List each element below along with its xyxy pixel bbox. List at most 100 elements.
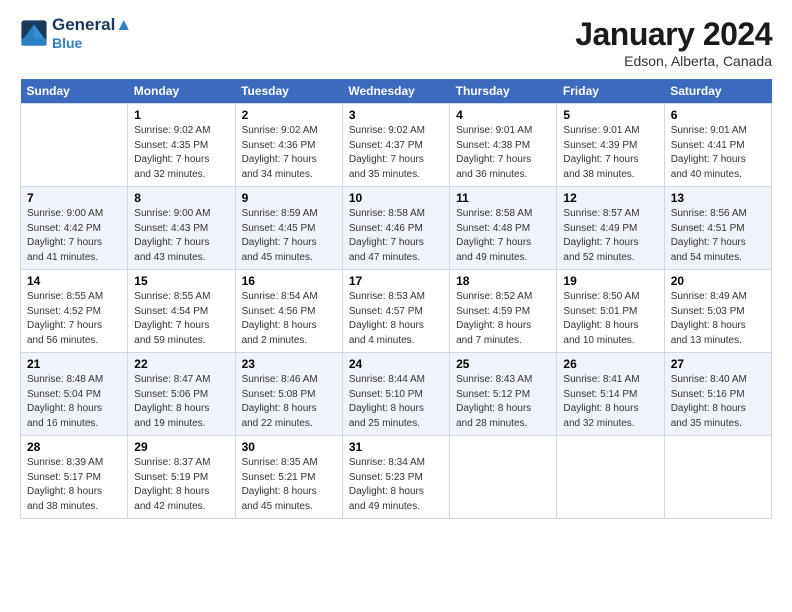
- col-header-monday: Monday: [128, 79, 235, 104]
- calendar-cell: 21 Sunrise: 8:48 AMSunset: 5:04 PMDayligh…: [21, 353, 128, 436]
- calendar-cell: 1Sunrise: 9:02 AMSunset: 4:35 PMDaylight…: [128, 104, 235, 187]
- col-header-tuesday: Tuesday: [235, 79, 342, 104]
- day-info: Sunrise: 8:37 AMSunset: 5:19 PMDaylight:…: [134, 456, 228, 514]
- day-info: Sunrise: 8:46 AMSunset: 5:08 PMDaylight:…: [242, 373, 336, 431]
- logo: General▲ Blue: [20, 16, 132, 51]
- calendar-cell: 20 Sunrise: 8:49 AMSunset: 5:03 PMDayligh…: [664, 270, 771, 353]
- calendar-page: General▲ Blue January 2024 Edson, Albert…: [0, 0, 792, 612]
- day-info: Sunrise: 8:48 AMSunset: 5:04 PMDaylight:…: [27, 373, 121, 431]
- day-number: 2: [242, 108, 336, 122]
- day-number: 16: [242, 274, 336, 288]
- day-info: Sunrise: 8:49 AMSunset: 5:03 PMDaylight:…: [671, 290, 765, 348]
- day-info: Sunrise: 8:50 AMSunset: 5:01 PMDaylight:…: [563, 290, 657, 348]
- calendar-cell: [21, 104, 128, 187]
- day-info: Sunrise: 8:53 AMSunset: 4:57 PMDaylight:…: [349, 290, 443, 348]
- calendar-cell: 17 Sunrise: 8:53 AMSunset: 4:57 PMDayligh…: [342, 270, 449, 353]
- day-number: 31: [349, 440, 443, 454]
- day-number: 3: [349, 108, 443, 122]
- calendar-cell: 23 Sunrise: 8:46 AMSunset: 5:08 PMDayligh…: [235, 353, 342, 436]
- week-row-1: 1Sunrise: 9:02 AMSunset: 4:35 PMDaylight…: [21, 104, 772, 187]
- day-number: 11: [456, 191, 550, 205]
- logo-text: General▲ Blue: [52, 16, 132, 51]
- calendar-cell: [450, 436, 557, 519]
- location: Edson, Alberta, Canada: [575, 53, 772, 69]
- col-header-wednesday: Wednesday: [342, 79, 449, 104]
- day-number: 24: [349, 357, 443, 371]
- calendar-cell: 11 Sunrise: 8:58 AMSunset: 4:48 PMDayligh…: [450, 187, 557, 270]
- day-number: 26: [563, 357, 657, 371]
- day-number: 20: [671, 274, 765, 288]
- calendar-cell: 22Sunrise: 8:47 AMSunset: 5:06 PMDayligh…: [128, 353, 235, 436]
- day-info: Sunrise: 9:01 AMSunset: 4:38 PMDaylight:…: [456, 124, 550, 182]
- calendar-cell: 26 Sunrise: 8:41 AMSunset: 5:14 PMDayligh…: [557, 353, 664, 436]
- day-info: Sunrise: 8:58 AMSunset: 4:46 PMDaylight:…: [349, 207, 443, 265]
- day-info: Sunrise: 9:00 AMSunset: 4:43 PMDaylight:…: [134, 207, 228, 265]
- calendar-cell: 25 Sunrise: 8:43 AMSunset: 5:12 PMDayligh…: [450, 353, 557, 436]
- day-info: Sunrise: 8:52 AMSunset: 4:59 PMDaylight:…: [456, 290, 550, 348]
- day-number: 17: [349, 274, 443, 288]
- calendar-cell: [664, 436, 771, 519]
- day-info: Sunrise: 8:54 AMSunset: 4:56 PMDaylight:…: [242, 290, 336, 348]
- day-info: Sunrise: 9:02 AMSunset: 4:36 PMDaylight:…: [242, 124, 336, 182]
- day-number: 15: [134, 274, 228, 288]
- day-number: 8: [134, 191, 228, 205]
- week-row-5: 28 Sunrise: 8:39 AMSunset: 5:17 PMDayligh…: [21, 436, 772, 519]
- month-title: January 2024: [575, 16, 772, 53]
- calendar-cell: 7 Sunrise: 9:00 AMSunset: 4:42 PMDaylight…: [21, 187, 128, 270]
- calendar-cell: 15 Sunrise: 8:55 AMSunset: 4:54 PMDayligh…: [128, 270, 235, 353]
- day-number: 9: [242, 191, 336, 205]
- calendar-cell: 13 Sunrise: 8:56 AMSunset: 4:51 PMDayligh…: [664, 187, 771, 270]
- day-number: 19: [563, 274, 657, 288]
- day-number: 10: [349, 191, 443, 205]
- logo-icon: [20, 19, 48, 47]
- calendar-cell: 30 Sunrise: 8:35 AMSunset: 5:21 PMDayligh…: [235, 436, 342, 519]
- header-row: SundayMondayTuesdayWednesdayThursdayFrid…: [21, 79, 772, 104]
- calendar-cell: 16 Sunrise: 8:54 AMSunset: 4:56 PMDayligh…: [235, 270, 342, 353]
- day-info: Sunrise: 8:55 AMSunset: 4:52 PMDaylight:…: [27, 290, 121, 348]
- calendar-table: SundayMondayTuesdayWednesdayThursdayFrid…: [20, 79, 772, 519]
- day-number: 14: [27, 274, 121, 288]
- col-header-friday: Friday: [557, 79, 664, 104]
- day-number: 7: [27, 191, 121, 205]
- day-number: 30: [242, 440, 336, 454]
- day-info: Sunrise: 8:55 AMSunset: 4:54 PMDaylight:…: [134, 290, 228, 348]
- day-number: 28: [27, 440, 121, 454]
- header: General▲ Blue January 2024 Edson, Albert…: [20, 16, 772, 69]
- day-info: Sunrise: 8:43 AMSunset: 5:12 PMDaylight:…: [456, 373, 550, 431]
- day-info: Sunrise: 8:35 AMSunset: 5:21 PMDaylight:…: [242, 456, 336, 514]
- day-number: 18: [456, 274, 550, 288]
- day-info: Sunrise: 8:39 AMSunset: 5:17 PMDaylight:…: [27, 456, 121, 514]
- day-info: Sunrise: 8:34 AMSunset: 5:23 PMDaylight:…: [349, 456, 443, 514]
- day-info: Sunrise: 8:58 AMSunset: 4:48 PMDaylight:…: [456, 207, 550, 265]
- day-number: 4: [456, 108, 550, 122]
- week-row-3: 14 Sunrise: 8:55 AMSunset: 4:52 PMDayligh…: [21, 270, 772, 353]
- day-info: Sunrise: 9:02 AMSunset: 4:37 PMDaylight:…: [349, 124, 443, 182]
- title-block: January 2024 Edson, Alberta, Canada: [575, 16, 772, 69]
- week-row-2: 7 Sunrise: 9:00 AMSunset: 4:42 PMDaylight…: [21, 187, 772, 270]
- day-number: 5: [563, 108, 657, 122]
- day-number: 25: [456, 357, 550, 371]
- calendar-cell: 31 Sunrise: 8:34 AMSunset: 5:23 PMDayligh…: [342, 436, 449, 519]
- day-number: 23: [242, 357, 336, 371]
- calendar-cell: 12Sunrise: 8:57 AMSunset: 4:49 PMDayligh…: [557, 187, 664, 270]
- day-number: 13: [671, 191, 765, 205]
- day-info: Sunrise: 8:40 AMSunset: 5:16 PMDaylight:…: [671, 373, 765, 431]
- calendar-cell: 19 Sunrise: 8:50 AMSunset: 5:01 PMDayligh…: [557, 270, 664, 353]
- calendar-cell: 14 Sunrise: 8:55 AMSunset: 4:52 PMDayligh…: [21, 270, 128, 353]
- day-info: Sunrise: 8:41 AMSunset: 5:14 PMDaylight:…: [563, 373, 657, 431]
- calendar-cell: 10 Sunrise: 8:58 AMSunset: 4:46 PMDayligh…: [342, 187, 449, 270]
- day-number: 12: [563, 191, 657, 205]
- day-info: Sunrise: 8:44 AMSunset: 5:10 PMDaylight:…: [349, 373, 443, 431]
- day-info: Sunrise: 9:00 AMSunset: 4:42 PMDaylight:…: [27, 207, 121, 265]
- col-header-thursday: Thursday: [450, 79, 557, 104]
- calendar-cell: 24 Sunrise: 8:44 AMSunset: 5:10 PMDayligh…: [342, 353, 449, 436]
- day-number: 27: [671, 357, 765, 371]
- day-info: Sunrise: 8:56 AMSunset: 4:51 PMDaylight:…: [671, 207, 765, 265]
- day-number: 21: [27, 357, 121, 371]
- calendar-cell: 2 Sunrise: 9:02 AMSunset: 4:36 PMDaylight…: [235, 104, 342, 187]
- week-row-4: 21 Sunrise: 8:48 AMSunset: 5:04 PMDayligh…: [21, 353, 772, 436]
- col-header-saturday: Saturday: [664, 79, 771, 104]
- calendar-cell: 9Sunrise: 8:59 AMSunset: 4:45 PMDaylight…: [235, 187, 342, 270]
- calendar-cell: 5Sunrise: 9:01 AMSunset: 4:39 PMDaylight…: [557, 104, 664, 187]
- day-info: Sunrise: 9:02 AMSunset: 4:35 PMDaylight:…: [134, 124, 228, 182]
